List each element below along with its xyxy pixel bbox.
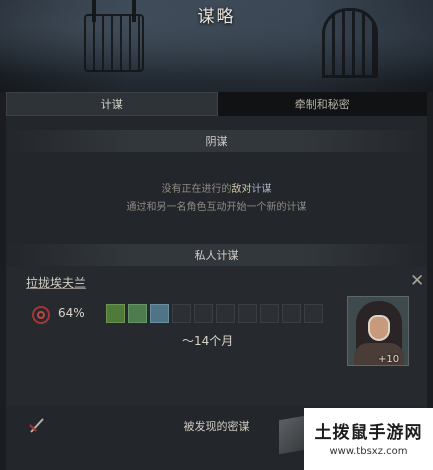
progress-slot-empty (216, 304, 235, 323)
hostile-keyword[interactable]: 敌对 (232, 184, 252, 195)
scheme-duration: ～14个月 (182, 334, 234, 348)
watermark-title: 土拨鼠手游网 (314, 423, 423, 443)
close-icon[interactable]: ✕ (410, 273, 424, 290)
success-chance-icon (32, 306, 50, 324)
progress-slot-blue (150, 304, 169, 323)
start-scheme-hint: 通过和另一名角色互动开始一个新的计谋 (126, 202, 307, 213)
tab-bar: 计谋 牵制和秘密 (6, 92, 427, 116)
personal-scheme-card: 拉拢埃夫兰 ✕ 64% ～14个月 +10 (6, 266, 427, 406)
header-banner: 谋略 (0, 0, 433, 92)
section-heading-personal: 私人计谋 (6, 244, 427, 266)
progress-slot-empty (194, 304, 213, 323)
tab-schemes[interactable]: 计谋 (6, 92, 218, 116)
progress-slot-empty (238, 304, 257, 323)
page-title: 谋略 (197, 7, 236, 27)
portrait-face (368, 315, 390, 341)
success-chance-value: 64% (58, 306, 85, 320)
scheme-name-link[interactable]: 拉拢埃夫兰 (26, 274, 86, 291)
tab-hooks-and-secrets[interactable]: 牵制和秘密 (217, 92, 427, 116)
progress-slot-green (128, 304, 147, 323)
scheme-keyword[interactable]: 计谋 (252, 184, 272, 195)
progress-slot-empty (282, 304, 301, 323)
progress-slot-green (106, 304, 125, 323)
scheme-progress-bar (106, 304, 323, 323)
watermark-logo (279, 415, 305, 455)
watermark: 土拨鼠手游网 www.tbsxz.com (304, 408, 433, 470)
opinion-value: +10 (378, 354, 400, 365)
message-text: 没有正在进行的 (161, 184, 232, 195)
no-hostile-scheme-message: 没有正在进行的敌对计谋 (6, 180, 427, 195)
progress-slot-empty (260, 304, 279, 323)
section-heading-hostile: 阴谋 (6, 130, 427, 152)
progress-slot-empty (304, 304, 323, 323)
progress-slot-empty (172, 304, 191, 323)
watermark-url: www.tbsxz.com (329, 446, 408, 457)
